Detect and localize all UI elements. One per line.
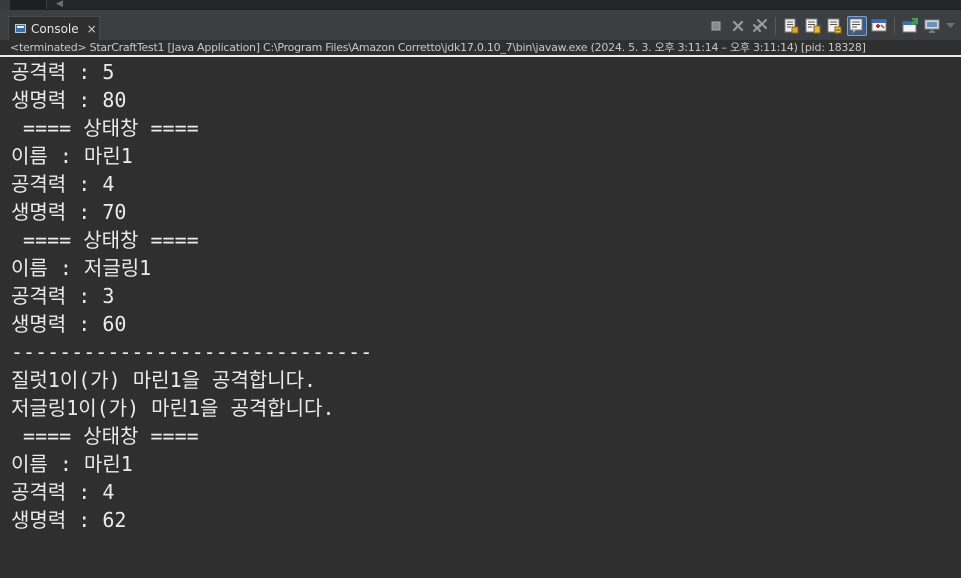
open-console-button[interactable] <box>900 16 920 36</box>
console-output-line: 생명력 : 70 <box>11 200 127 224</box>
show-on-stdout-button[interactable] <box>825 16 845 36</box>
close-icon[interactable]: × <box>87 23 97 35</box>
show-stdout-icon <box>827 18 842 34</box>
eclipse-console-view: ◀ Console × <terminated> StarCraftTest1 … <box>0 0 961 578</box>
show-stderr-icon <box>849 18 863 34</box>
console-output-line: 공격력 : 4 <box>11 480 115 504</box>
toolbar-separator <box>894 17 895 35</box>
console-output-line: 이름 : 마린1 <box>11 452 133 476</box>
tab-console-label: Console <box>31 21 79 36</box>
console-output-line: ==== 상태창 ==== <box>11 424 199 448</box>
console-output-line: 공격력 : 3 <box>11 284 115 308</box>
stop-icon <box>711 21 721 31</box>
scroll-left-arrow-icon[interactable]: ◀ <box>56 0 63 10</box>
scroll-lock-button[interactable] <box>781 16 801 36</box>
scroll-lock-icon <box>784 18 799 34</box>
console-output-line: 질럿1이(가) 마린1을 공격합니다. <box>11 368 317 392</box>
toolbar-separator <box>775 17 776 35</box>
view-menu-button[interactable] <box>944 16 956 36</box>
editor-scrollbar-strip: ◀ <box>0 0 961 10</box>
process-status-line: <terminated> StarCraftTest1 [Java Applic… <box>0 40 961 57</box>
console-output-line: ------------------------------ <box>11 340 373 364</box>
remove-all-terminated-button[interactable] <box>750 16 770 36</box>
horizontal-scrollbar[interactable] <box>46 0 961 9</box>
console-icon <box>15 24 26 33</box>
console-output-line: 생명력 : 62 <box>11 508 127 532</box>
display-selected-console-button[interactable] <box>922 16 942 36</box>
console-output-line: 생명력 : 80 <box>11 88 127 112</box>
terminate-button[interactable] <box>706 16 726 36</box>
console-output-line: 공격력 : 5 <box>11 60 115 84</box>
word-wrap-button[interactable] <box>803 16 823 36</box>
console-output-line: 공격력 : 4 <box>11 172 115 196</box>
pin-icon <box>871 19 887 32</box>
word-wrap-icon <box>805 18 821 34</box>
console-output-area[interactable]: 공격력 : 5 생명력 : 80 ==== 상태창 ==== 이름 : 마린1 공격력… <box>0 57 961 578</box>
console-toolbar <box>705 15 957 37</box>
monitor-icon <box>924 19 940 33</box>
console-output-line: ==== 상태창 ==== <box>11 228 199 252</box>
console-output-line: ==== 상태창 ==== <box>11 116 199 140</box>
console-output-line: 이름 : 마린1 <box>11 144 133 168</box>
remove-icon <box>732 20 744 32</box>
remove-launch-button[interactable] <box>728 16 748 36</box>
show-on-stderr-button[interactable] <box>847 16 867 36</box>
scrollbar-corner <box>0 0 10 10</box>
pin-console-button[interactable] <box>869 16 889 36</box>
console-output-line: 이름 : 저글링1 <box>11 256 152 280</box>
tab-console[interactable]: Console × <box>8 16 100 40</box>
console-output-line: 저글링1이(가) 마린1을 공격합니다. <box>11 396 335 420</box>
remove-all-icon <box>753 19 767 32</box>
console-output-line: 생명력 : 60 <box>11 312 127 336</box>
chevron-down-icon <box>945 23 955 28</box>
new-console-icon <box>902 18 918 33</box>
